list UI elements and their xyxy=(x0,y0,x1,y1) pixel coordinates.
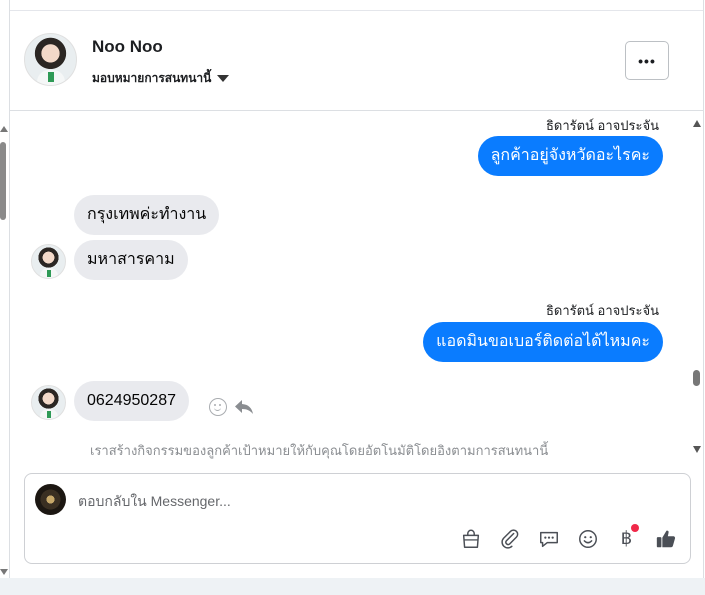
avatar-collar xyxy=(47,411,51,418)
contact-avatar-small[interactable] xyxy=(31,385,66,420)
incoming-message[interactable]: มหาสารคาม xyxy=(74,240,188,280)
scroll-up-arrow-icon[interactable] xyxy=(0,126,8,132)
page-avatar xyxy=(35,484,66,515)
avatar-collar xyxy=(48,72,54,82)
like-button[interactable] xyxy=(653,526,678,551)
scrollbar-thumb[interactable] xyxy=(693,370,700,386)
avatar-collar xyxy=(47,270,51,277)
scroll-up-arrow-icon[interactable] xyxy=(693,120,701,127)
reply-input[interactable] xyxy=(78,493,638,509)
assign-conversation-dropdown[interactable]: มอบหมายการสนทนานี้ xyxy=(92,69,230,88)
attach-button[interactable] xyxy=(497,526,522,551)
more-options-button[interactable]: ••• xyxy=(625,41,669,80)
shopping-bag-icon xyxy=(462,529,479,548)
conversation-header: Noo Noo มอบหมายการสนทนานี้ ••• xyxy=(10,11,703,111)
message-list: ธิดารัตน์ อาจประจัน ลูกค้าอยู่จังหวัดอะไ… xyxy=(10,112,703,462)
react-smiley-icon[interactable] xyxy=(209,398,227,416)
sender-name: ธิดารัตน์ อาจประจัน xyxy=(545,303,659,318)
saved-reply-icon xyxy=(539,531,558,547)
outgoing-message[interactable]: ลูกค้าอยู่จังหวัดอะไรคะ xyxy=(477,136,663,176)
saved-reply-button[interactable] xyxy=(536,526,561,551)
scrollbar-thumb[interactable] xyxy=(0,142,6,220)
conversation-panel: Noo Noo มอบหมายการสนทนานี้ ••• ธิดารัตน์… xyxy=(9,0,704,578)
chevron-down-icon xyxy=(217,75,230,82)
contact-avatar-small[interactable] xyxy=(31,244,66,279)
more-icon: ••• xyxy=(638,52,656,69)
emoji-icon xyxy=(578,529,597,548)
baht-payment-icon: ฿ xyxy=(620,528,633,549)
paperclip-icon xyxy=(500,528,518,549)
contact-name[interactable]: Noo Noo xyxy=(92,37,163,57)
scroll-down-arrow-icon[interactable] xyxy=(693,446,701,453)
page-footer-strip xyxy=(0,578,705,595)
page-scrollbar[interactable] xyxy=(0,120,8,575)
contact-avatar[interactable] xyxy=(24,33,77,86)
incoming-message[interactable]: 0624950287 xyxy=(74,381,189,421)
thumbs-up-icon xyxy=(656,530,675,547)
notification-dot xyxy=(631,524,639,532)
incoming-message[interactable]: กรุงเทพค่ะทำงาน xyxy=(74,195,220,235)
reply-icon[interactable] xyxy=(233,398,255,416)
assign-conversation-label: มอบหมายการสนทนานี้ xyxy=(92,71,212,85)
scroll-down-arrow-icon[interactable] xyxy=(0,569,8,575)
messages-scrollbar[interactable] xyxy=(692,120,702,455)
emoji-button[interactable] xyxy=(575,526,600,551)
message-composer: ฿ xyxy=(24,473,691,564)
lead-activity-notice: เราสร้างกิจกรรมของลูกค้าเป้าหมายให้กับคุ… xyxy=(90,443,549,458)
shopping-bag-button[interactable] xyxy=(458,526,483,551)
outgoing-message[interactable]: แอดมินขอเบอร์ติดต่อได้ไหมคะ xyxy=(423,322,663,362)
payment-button[interactable]: ฿ xyxy=(614,524,639,551)
composer-toolbar: ฿ xyxy=(458,524,678,551)
sender-name: ธิดารัตน์ อาจประจัน xyxy=(545,118,659,133)
